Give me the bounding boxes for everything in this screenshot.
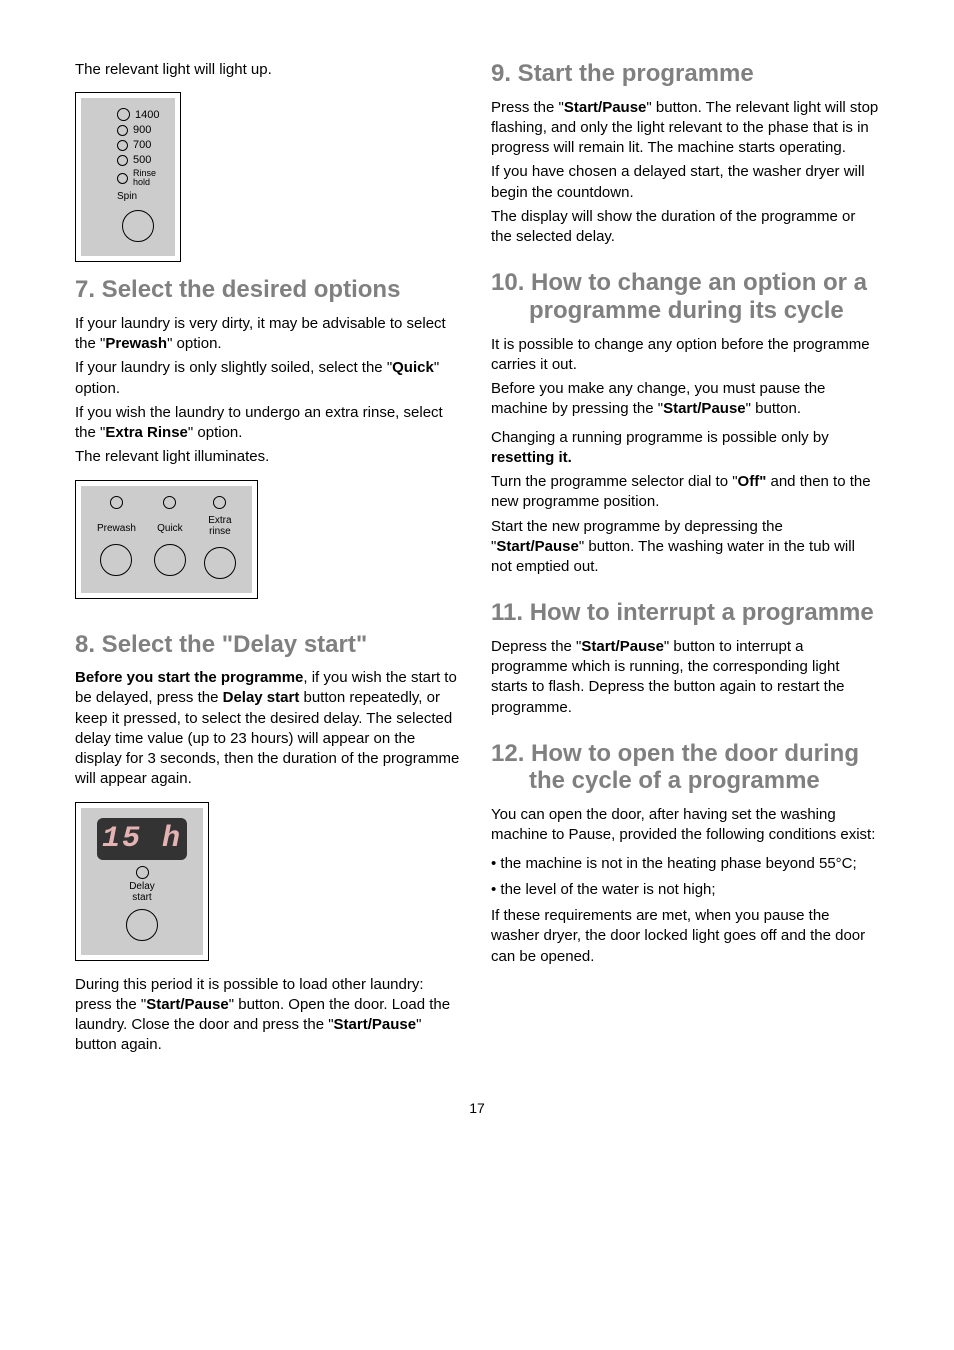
delay-start-label: Delaystart xyxy=(129,881,155,903)
spin-900: 900 xyxy=(133,124,151,136)
s10-p2: Before you make any change, you must pau… xyxy=(491,379,879,420)
s11-p1: Depress the "Start/Pause" button to inte… xyxy=(491,637,879,718)
spin-button-icon xyxy=(122,210,154,242)
s9-p1: Press the "Start/Pause" button. The rele… xyxy=(491,98,879,159)
section-12-title: 12. How to open the door during the cycl… xyxy=(491,740,879,795)
s10-p4: Turn the programme selector dial to "Off… xyxy=(491,472,879,513)
section-11-title: 11. How to interrupt a programme xyxy=(491,599,879,627)
spin-panel: 1400 900 700 500 Rinsehold Spin xyxy=(75,92,181,262)
s12-bullet-2: the level of the water is not high; xyxy=(491,880,879,900)
prewash-label: Prewash xyxy=(97,523,136,534)
spin-button-label: Spin xyxy=(117,191,137,202)
s10-p3: Changing a running programme is possible… xyxy=(491,428,879,469)
led-icon xyxy=(136,866,149,879)
s12-p1: You can open the door, after having set … xyxy=(491,805,879,846)
delay-display-value: 15 h xyxy=(102,822,182,856)
led-icon xyxy=(117,125,128,136)
led-icon xyxy=(213,496,226,509)
s12-p2: If these requirements are met, when you … xyxy=(491,906,879,967)
s8b-p1: During this period it is possible to loa… xyxy=(75,975,463,1056)
led-icon xyxy=(117,173,128,184)
quick-button-icon xyxy=(154,544,186,576)
quick-label: Quick xyxy=(157,523,183,534)
section-9-title: 9. Start the programme xyxy=(491,60,879,88)
extra-rinse-label: Extrarinse xyxy=(208,515,231,537)
delay-panel: 15 h Delaystart xyxy=(75,802,209,961)
led-icon xyxy=(117,108,130,121)
s7-p3: If you wish the laundry to undergo an ex… xyxy=(75,403,463,444)
s9-p2: If you have chosen a delayed start, the … xyxy=(491,162,879,203)
s8-p1: Before you start the programme, if you w… xyxy=(75,668,463,790)
options-panel: Prewash Quick Extrarinse xyxy=(75,480,258,599)
delay-start-button-icon xyxy=(126,909,158,941)
s10-p1: It is possible to change any option befo… xyxy=(491,335,879,376)
extra-rinse-button-icon xyxy=(204,547,236,579)
right-column: 9. Start the programme Press the "Start/… xyxy=(491,60,879,1060)
prewash-button-icon xyxy=(100,544,132,576)
section-8-title: 8. Select the "Delay start" xyxy=(75,631,463,659)
spin-1400: 1400 xyxy=(135,109,159,121)
intro-text: The relevant light will light up. xyxy=(75,60,463,80)
spin-500: 500 xyxy=(133,154,151,166)
delay-display: 15 h xyxy=(97,818,187,860)
led-icon xyxy=(163,496,176,509)
section-10-title: 10. How to change an option or a program… xyxy=(491,269,879,324)
left-column: The relevant light will light up. 1400 9… xyxy=(75,60,463,1060)
s12-bullet-1: the machine is not in the heating phase … xyxy=(491,854,879,874)
led-icon xyxy=(117,155,128,166)
s7-p2: If your laundry is only slightly soiled,… xyxy=(75,358,463,399)
s9-p3: The display will show the duration of th… xyxy=(491,207,879,248)
s10-p5: Start the new programme by depressing th… xyxy=(491,517,879,578)
s7-p4: The relevant light illuminates. xyxy=(75,447,463,467)
spin-700: 700 xyxy=(133,139,151,151)
s7-p1: If your laundry is very dirty, it may be… xyxy=(75,314,463,355)
section-7-title: 7. Select the desired options xyxy=(75,276,463,304)
led-icon xyxy=(117,140,128,151)
page-number: 17 xyxy=(0,1100,954,1156)
led-icon xyxy=(110,496,123,509)
spin-rinse-hold: Rinsehold xyxy=(133,169,156,187)
